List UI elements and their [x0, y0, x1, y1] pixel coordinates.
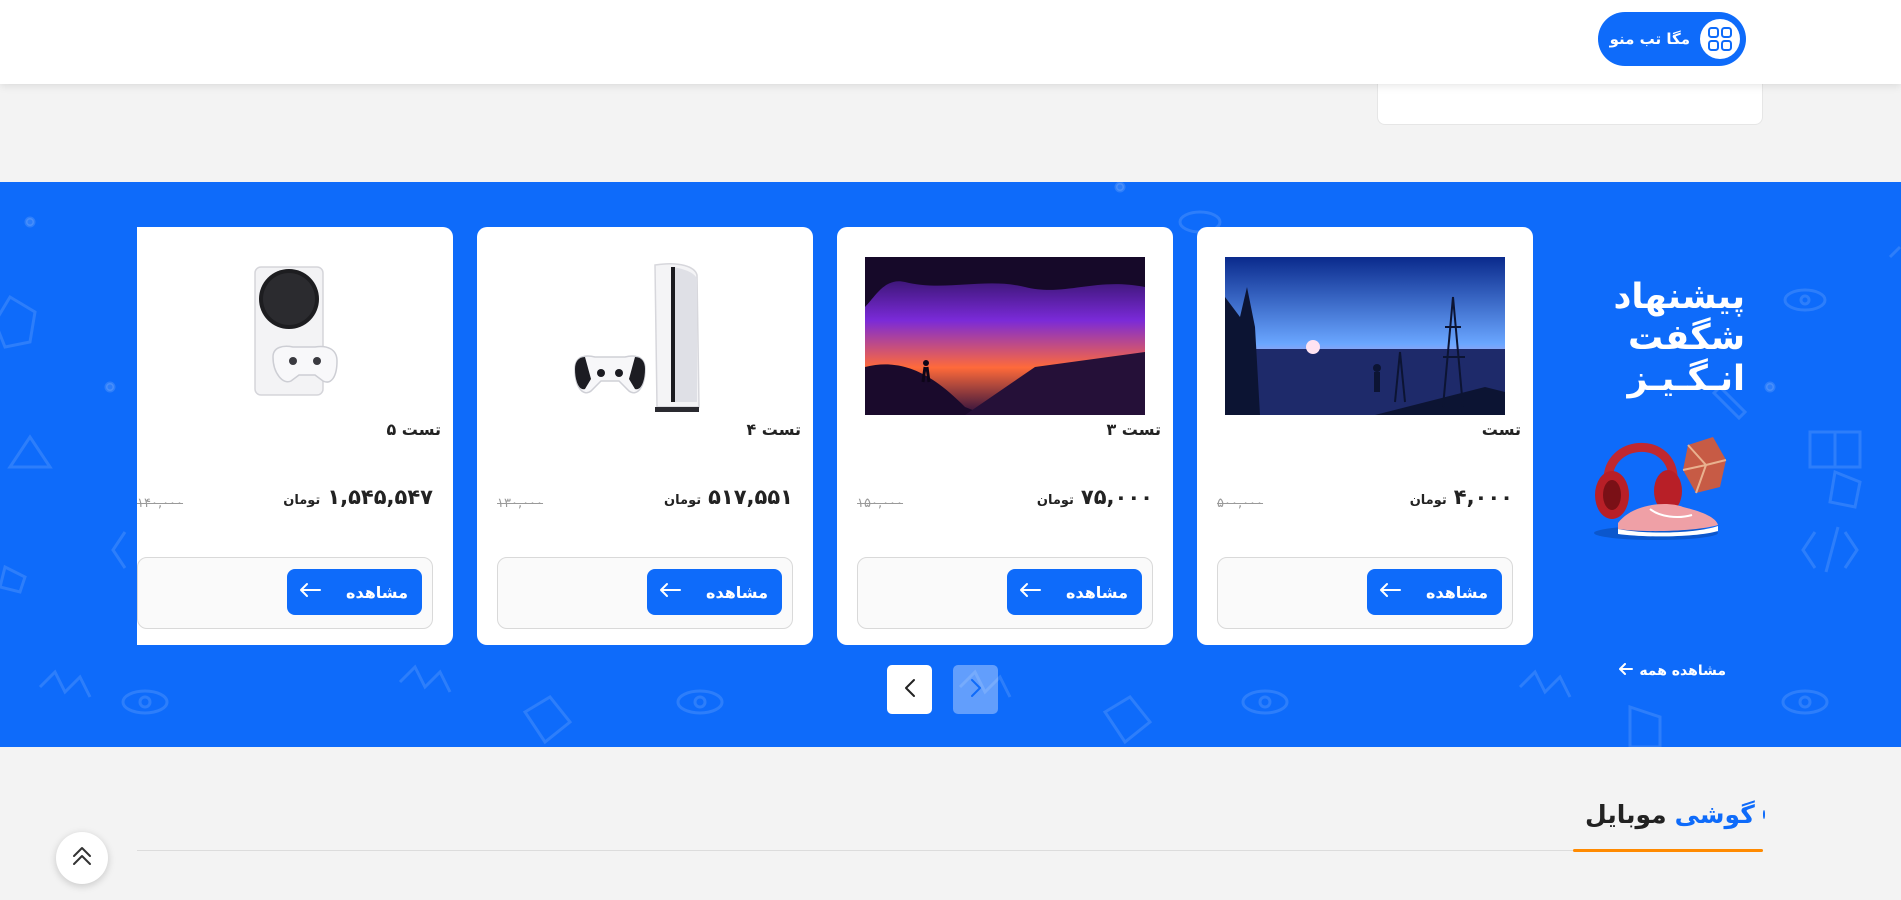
amazing-offer-section: پیشنهاد شگفت انـگـیـز مشاهده همه تست ۴,۰…	[0, 182, 1901, 747]
price-value: ۷۵,۰۰۰	[1080, 485, 1153, 509]
product-price: ۴,۰۰۰ تومان	[1410, 485, 1513, 509]
section-title-underline	[1573, 849, 1763, 852]
amazing-offer-promo: پیشنهاد شگفت انـگـیـز مشاهده همه	[1580, 277, 1745, 679]
slider-next-button[interactable]	[887, 665, 932, 714]
price-currency: تومان	[283, 493, 321, 508]
section-divider	[137, 850, 1763, 851]
arrow-left-icon	[1619, 663, 1634, 679]
promo-title-line-1: پیشنهاد	[1613, 277, 1745, 317]
chevron-left-icon	[904, 678, 916, 702]
price-currency: تومان	[664, 493, 702, 508]
see-all-link[interactable]: مشاهده همه	[1606, 663, 1726, 679]
product-action-box: مشاهده	[1217, 557, 1513, 629]
product-name[interactable]: تست ۴	[746, 420, 801, 439]
price-value: ۵۱۷,۵۵۱	[708, 485, 793, 509]
section-title-part-2: موبایل	[1585, 800, 1667, 829]
product-card[interactable]: تست ۵ ۱,۵۴۵,۵۴۷ تومان ۱۴۰,۰۰۰ مشاهده	[137, 227, 453, 645]
old-price: ۱۴۰,۰۰۰	[137, 496, 184, 511]
view-product-button[interactable]: مشاهده	[1367, 569, 1502, 615]
price-value: ۱,۵۴۵,۵۴۷	[327, 485, 433, 509]
product-image	[1225, 257, 1505, 415]
view-product-button[interactable]: مشاهده	[1007, 569, 1142, 615]
arrow-left-icon	[1019, 582, 1041, 602]
section-title-part-1: گوشی	[1674, 800, 1755, 829]
grid-apps-icon	[1700, 19, 1740, 59]
scroll-to-top-button[interactable]	[56, 832, 108, 884]
product-image	[505, 257, 785, 415]
product-image	[865, 257, 1145, 415]
slider-prev-button[interactable]	[953, 665, 998, 714]
view-button-label: مشاهده	[706, 582, 768, 602]
product-card[interactable]: تست ۴ ۵۱۷,۵۵۱ تومان ۱۳۰,۰۰۰ مشاهده	[477, 227, 813, 645]
chevron-right-icon	[970, 678, 982, 702]
view-button-label: مشاهده	[1066, 582, 1128, 602]
product-action-box: مشاهده	[137, 557, 433, 629]
product-price: ۱,۵۴۵,۵۴۷ تومان	[283, 485, 433, 509]
product-price: ۵۱۷,۵۵۱ تومان	[664, 485, 793, 509]
promo-title: پیشنهاد شگفت انـگـیـز	[1580, 277, 1745, 400]
price-currency: تومان	[1036, 493, 1074, 508]
section-dot	[1762, 810, 1765, 819]
mega-menu-button[interactable]: مگا تب منو	[1598, 12, 1746, 66]
product-action-box: مشاهده	[497, 557, 793, 629]
double-chevron-up-icon	[69, 843, 95, 873]
promo-products-illustration	[1594, 437, 1727, 540]
arrow-left-icon	[1379, 582, 1401, 602]
see-all-label: مشاهده همه	[1639, 663, 1726, 679]
view-product-button[interactable]: مشاهده	[287, 569, 422, 615]
product-price: ۷۵,۰۰۰ تومان	[1037, 485, 1153, 509]
product-action-box: مشاهده	[857, 557, 1153, 629]
section-title: گوشی موبایل	[1585, 800, 1765, 829]
product-name[interactable]: تست	[1482, 420, 1521, 439]
price-value: ۴,۰۰۰	[1453, 485, 1513, 509]
old-price: ۵۰۰,۰۰۰	[1217, 496, 1264, 511]
promo-title-line-3: انـگـیـز	[1627, 359, 1745, 399]
product-image	[145, 257, 425, 415]
product-slider: تست ۴,۰۰۰ تومان ۵۰۰,۰۰۰ مشاهده تست ۳ ۷۵,…	[137, 227, 1533, 647]
product-name[interactable]: تست ۵	[386, 420, 441, 439]
product-card[interactable]: تست ۳ ۷۵,۰۰۰ تومان ۱۵۰,۰۰۰ مشاهده	[837, 227, 1173, 645]
old-price: ۱۳۰,۰۰۰	[497, 496, 544, 511]
mega-menu-label: مگا تب منو	[1609, 30, 1690, 48]
view-product-button[interactable]: مشاهده	[647, 569, 782, 615]
price-currency: تومان	[1409, 493, 1447, 508]
arrow-left-icon	[659, 582, 681, 602]
view-button-label: مشاهده	[1426, 582, 1488, 602]
old-price: ۱۵۰,۰۰۰	[857, 496, 904, 511]
top-header: مگا تب منو	[0, 0, 1901, 84]
arrow-left-icon	[299, 582, 321, 602]
product-name[interactable]: تست ۳	[1106, 420, 1161, 439]
view-button-label: مشاهده	[346, 582, 408, 602]
promo-title-line-2: شگفت	[1627, 318, 1745, 358]
product-card[interactable]: تست ۴,۰۰۰ تومان ۵۰۰,۰۰۰ مشاهده	[1197, 227, 1533, 645]
